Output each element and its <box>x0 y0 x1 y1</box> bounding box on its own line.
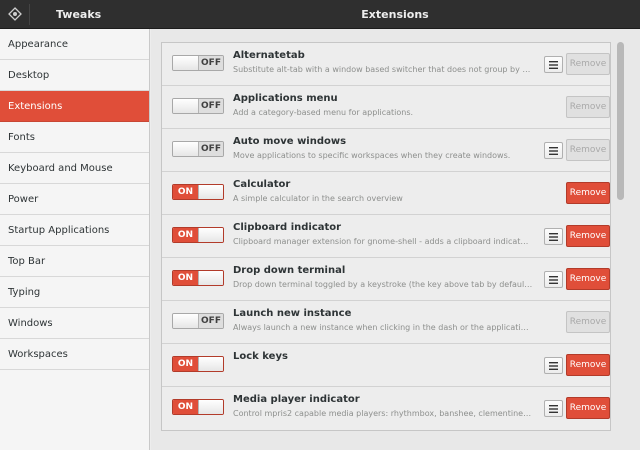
extension-toggle[interactable]: ON <box>172 270 224 286</box>
extension-row: OFF Applications menu Add a category-based… <box>162 86 610 129</box>
sidebar: Appearance Desktop Extensions Fonts Keyb… <box>0 29 150 450</box>
extension-settings-button[interactable] <box>544 271 563 288</box>
sidebar-item-top-bar[interactable]: Top Bar <box>0 246 149 277</box>
extension-settings-button[interactable] <box>544 228 563 245</box>
menu-icon <box>549 232 558 241</box>
extension-description: Clipboard manager extension for gnome-sh… <box>233 237 533 246</box>
remove-button[interactable]: Remove <box>566 225 610 247</box>
extension-toggle[interactable]: OFF <box>172 55 224 71</box>
sidebar-item-appearance[interactable]: Appearance <box>0 29 149 60</box>
sidebar-item-workspaces[interactable]: Workspaces <box>0 339 149 370</box>
extension-name: Applications menu <box>233 93 338 104</box>
menu-icon <box>549 361 558 370</box>
extension-description: Drop down terminal toggled by a keystrok… <box>233 280 533 289</box>
extension-name: Alternatetab <box>233 50 305 61</box>
sidebar-item-fonts[interactable]: Fonts <box>0 122 149 153</box>
extension-settings-button[interactable] <box>544 56 563 73</box>
extension-toggle[interactable]: ON <box>172 227 224 243</box>
extension-toggle[interactable]: ON <box>172 356 224 372</box>
extension-settings-button[interactable] <box>544 400 563 417</box>
sidebar-item-startup-applications[interactable]: Startup Applications <box>0 215 149 246</box>
extension-description: Move applications to specific workspaces… <box>233 151 511 160</box>
extension-row: ON Lock keys Remove <box>162 344 610 387</box>
extension-toggle[interactable]: ON <box>172 184 224 200</box>
toggle-state-label: OFF <box>197 314 223 328</box>
extension-description: Always launch a new instance when clicki… <box>233 323 533 332</box>
header-separator <box>29 4 30 25</box>
remove-button[interactable]: Remove <box>566 268 610 290</box>
extension-settings-button[interactable] <box>544 357 563 374</box>
extension-description: Substitute alt-tab with a window based s… <box>233 65 533 74</box>
remove-button[interactable]: Remove <box>566 311 610 333</box>
toggle-knob <box>197 185 223 199</box>
toggle-knob <box>173 56 198 70</box>
toggle-state-label: ON <box>173 228 198 242</box>
extension-name: Auto move windows <box>233 136 347 147</box>
remove-button[interactable]: Remove <box>566 96 610 118</box>
toggle-state-label: OFF <box>197 142 223 156</box>
toggle-knob <box>197 271 223 285</box>
toggle-state-label: ON <box>173 271 198 285</box>
extension-toggle[interactable]: OFF <box>172 313 224 329</box>
extension-row: ON Clipboard indicator Clipboard manager e… <box>162 215 610 258</box>
tweaks-icon[interactable] <box>8 7 22 21</box>
menu-icon <box>549 146 558 155</box>
extensions-panel: OFF Alternatetab Substitute alt-tab with a… <box>151 29 640 450</box>
extension-name: Media player indicator <box>233 394 360 405</box>
extension-row: ON Calculator A simple calculator in the s… <box>162 172 610 215</box>
toggle-knob <box>197 357 223 371</box>
toggle-knob <box>197 400 223 414</box>
remove-button[interactable]: Remove <box>566 182 610 204</box>
toggle-state-label: ON <box>173 400 198 414</box>
extension-name: Lock keys <box>233 351 288 362</box>
remove-button[interactable]: Remove <box>566 397 610 419</box>
extension-row: OFF Alternatetab Substitute alt-tab with a… <box>162 43 610 86</box>
extension-row: OFF Launch new instance Always launch a ne… <box>162 301 610 344</box>
toggle-state-label: OFF <box>197 56 223 70</box>
toggle-state-label: ON <box>173 357 198 371</box>
sidebar-item-typing[interactable]: Typing <box>0 277 149 308</box>
sidebar-item-extensions[interactable]: Extensions <box>0 91 149 122</box>
menu-icon <box>549 404 558 413</box>
toggle-knob <box>197 228 223 242</box>
app-title: Tweaks <box>56 8 102 21</box>
extension-name: Clipboard indicator <box>233 222 342 233</box>
toggle-knob <box>173 314 198 328</box>
sidebar-item-windows[interactable]: Windows <box>0 308 149 339</box>
sidebar-item-power[interactable]: Power <box>0 184 149 215</box>
remove-button[interactable]: Remove <box>566 354 610 376</box>
toggle-state-label: ON <box>173 185 198 199</box>
extension-description: Control mpris2 capable media players: rh… <box>233 409 533 418</box>
sidebar-item-keyboard-and-mouse[interactable]: Keyboard and Mouse <box>0 153 149 184</box>
extension-name: Drop down terminal <box>233 265 346 276</box>
header-bar: Tweaks Extensions <box>0 0 640 29</box>
toggle-knob <box>173 142 198 156</box>
extension-toggle[interactable]: OFF <box>172 141 224 157</box>
extensions-list: OFF Alternatetab Substitute alt-tab with a… <box>161 42 611 431</box>
scrollbar[interactable] <box>617 42 624 200</box>
extension-row: ON Media player indicator Control mpris2 c… <box>162 387 610 430</box>
remove-button[interactable]: Remove <box>566 139 610 161</box>
menu-icon <box>549 275 558 284</box>
toggle-state-label: OFF <box>197 99 223 113</box>
extension-toggle[interactable]: ON <box>172 399 224 415</box>
extension-row: OFF Auto move windows Move applications to… <box>162 129 610 172</box>
page-title: Extensions <box>361 8 429 21</box>
extension-row: ON Drop down terminal Drop down terminal t… <box>162 258 610 301</box>
extension-description: Add a category-based menu for applicatio… <box>233 108 414 117</box>
extension-settings-button[interactable] <box>544 142 563 159</box>
extension-toggle[interactable]: OFF <box>172 98 224 114</box>
toggle-knob <box>173 99 198 113</box>
extension-name: Launch new instance <box>233 308 352 319</box>
menu-icon <box>549 60 558 69</box>
sidebar-item-desktop[interactable]: Desktop <box>0 60 149 91</box>
remove-button[interactable]: Remove <box>566 53 610 75</box>
extension-name: Calculator <box>233 179 291 190</box>
extension-description: A simple calculator in the search overvi… <box>233 194 403 203</box>
